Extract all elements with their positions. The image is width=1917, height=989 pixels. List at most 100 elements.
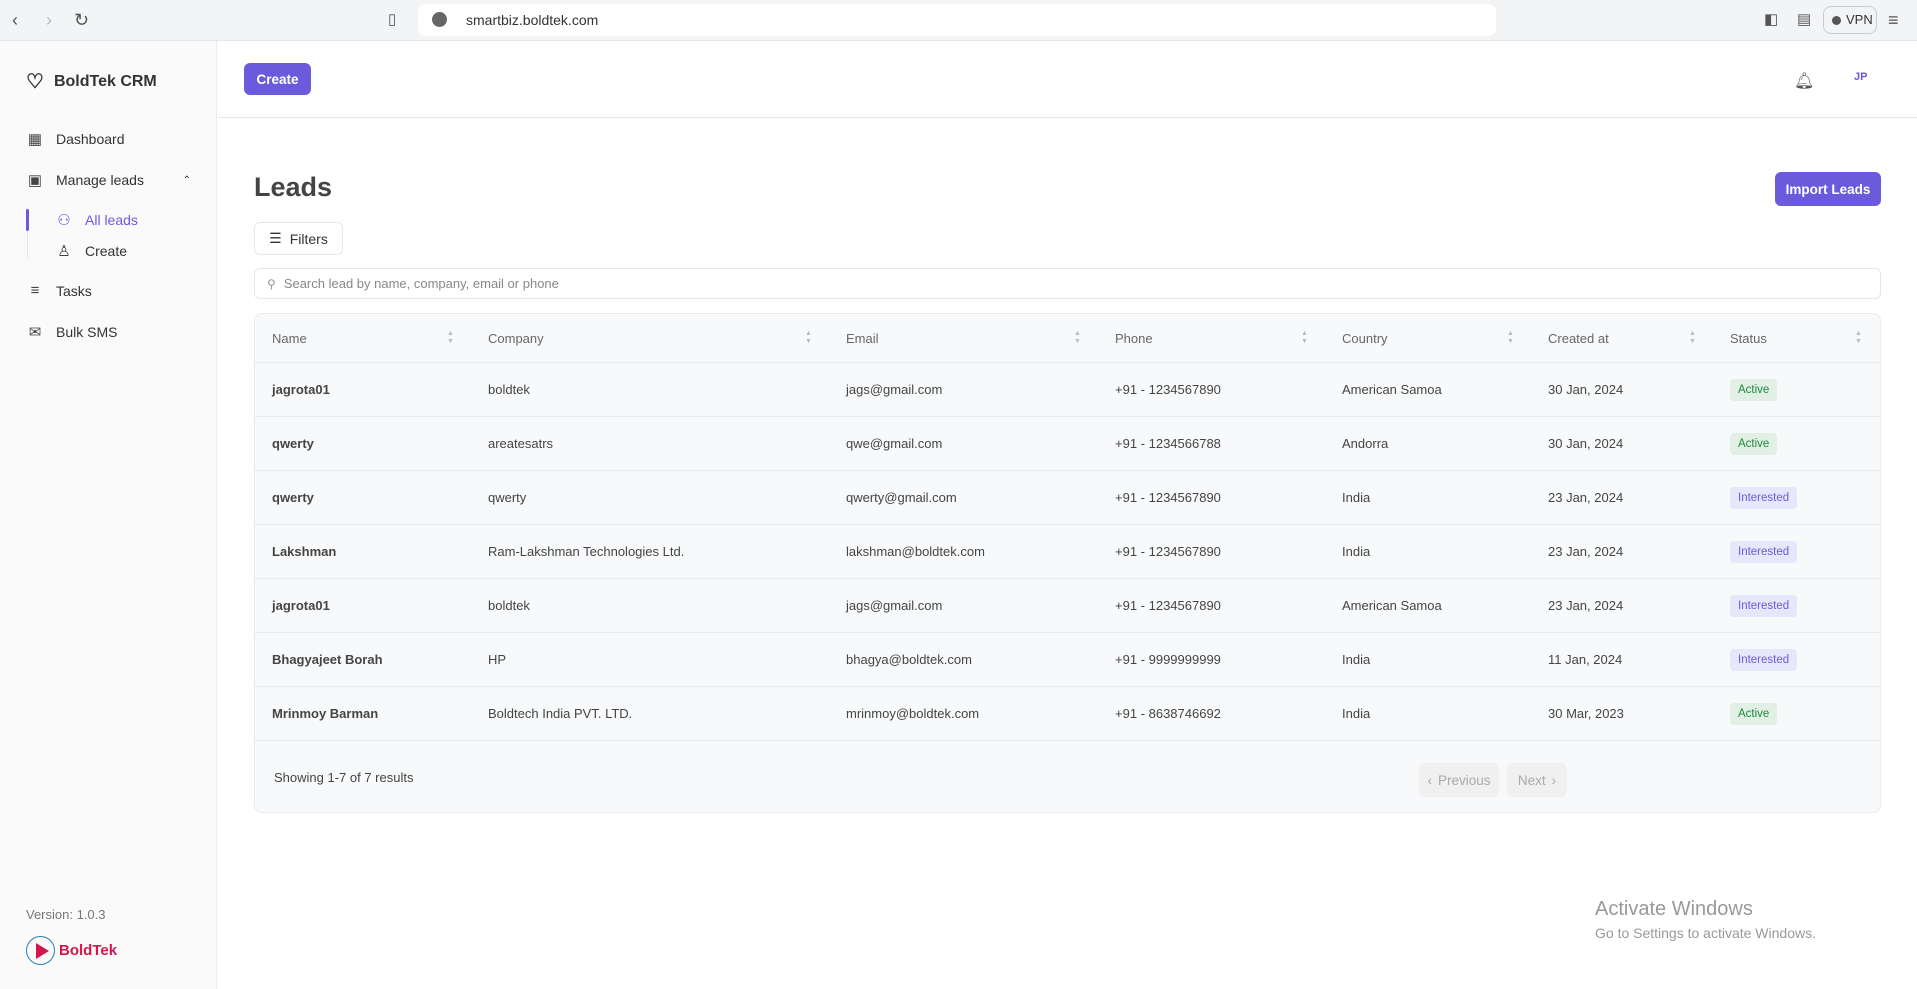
sidebar-item-all-leads[interactable]: ⚇ All leads xyxy=(55,211,138,229)
brand[interactable]: ♡ BoldTek CRM xyxy=(26,69,157,94)
cell-name: qwerty xyxy=(272,471,314,524)
cell-status: Interested xyxy=(1730,525,1798,578)
column-header-email[interactable]: Email xyxy=(846,314,879,362)
bookmark-icon[interactable]: ▯ xyxy=(388,10,396,30)
sort-icon[interactable]: ▲ ▼ xyxy=(805,314,812,362)
cell-text: qwerty@gmail.com xyxy=(846,490,957,505)
sort-icon[interactable]: ▲ ▼ xyxy=(1301,314,1308,362)
bell-icon[interactable]: 🔔︎ xyxy=(1794,71,1814,91)
table-row[interactable]: Bhagyajeet Borah HP bhagya@boldtek.com +91 … xyxy=(255,633,1880,687)
cell-text: 11 Jan, 2024 xyxy=(1548,652,1623,667)
cell-name: Bhagyajeet Borah xyxy=(272,633,383,686)
table-header-row: Name ▲ ▼ Company ▲ ▼ Email ▲ ▼ Phone ▲ ▼ Country ▲ ▼ Cr… xyxy=(255,314,1880,363)
cell-text: India xyxy=(1342,706,1371,721)
table-row[interactable]: qwerty qwerty qwerty@gmail.com +91 - 123456… xyxy=(255,471,1880,525)
cell-text: 23 Jan, 2024 xyxy=(1548,544,1624,559)
grid-icon: ▦ xyxy=(27,131,43,148)
vpn-button[interactable]: VPN xyxy=(1823,6,1877,34)
cell-email: qwerty@gmail.com xyxy=(846,471,957,524)
table-row[interactable]: jagrota01 boldtek jags@gmail.com +91 - 1234… xyxy=(255,363,1880,417)
sort-icon[interactable]: ▲ ▼ xyxy=(1507,314,1514,362)
create-button[interactable]: Create xyxy=(244,63,311,95)
back-icon[interactable]: ‹ xyxy=(12,10,18,30)
previous-button[interactable]: ‹ Previous xyxy=(1419,763,1499,797)
cell-email: mrinmoy@boldtek.com xyxy=(846,687,979,740)
sidebar-item-label: Create xyxy=(85,243,128,259)
column-header-status[interactable]: Status xyxy=(1730,314,1767,362)
cell-email: jags@gmail.com xyxy=(846,579,942,632)
cell-country: India xyxy=(1342,471,1370,524)
cell-created-at: 30 Jan, 2024 xyxy=(1548,363,1623,416)
results-count: Showing 1-7 of 7 results xyxy=(274,770,414,785)
cell-text: India xyxy=(1342,544,1371,559)
sidebar-item-label: All leads xyxy=(85,212,138,228)
lead-name: qwerty xyxy=(272,436,314,451)
sidebar-item-manage-leads[interactable]: ▣ Manage leads ⌃ xyxy=(26,171,191,189)
search-input[interactable] xyxy=(283,276,1784,291)
sort-icon[interactable]: ▲ ▼ xyxy=(1855,314,1862,362)
filters-button[interactable]: ☰ Filters xyxy=(254,222,343,255)
cell-created-at: 23 Jan, 2024 xyxy=(1548,525,1623,578)
table-row[interactable]: jagrota01 boldtek jags@gmail.com +91 - 1234… xyxy=(255,579,1880,633)
cell-phone: +91 - 1234567890 xyxy=(1115,363,1221,416)
forward-icon[interactable]: › xyxy=(46,10,52,30)
status-badge: Interested xyxy=(1730,540,1798,563)
cell-phone: +91 - 1234567890 xyxy=(1115,471,1221,524)
table-row[interactable]: Mrinmoy Barman Boldtech India PVT. LTD. mr… xyxy=(255,687,1880,741)
watermark-line2: Go to Settings to activate Windows. xyxy=(1595,925,1816,941)
top-header: Create 🔔︎ JP xyxy=(218,41,1917,118)
column-header-company[interactable]: Company xyxy=(488,314,544,362)
sidebar-item-tasks[interactable]: ≡ Tasks xyxy=(26,282,92,299)
cell-text: bhagya@boldtek.com xyxy=(846,652,972,667)
avatar[interactable]: JP xyxy=(1854,71,1867,83)
cell-name: Mrinmoy Barman xyxy=(272,687,378,740)
next-button[interactable]: Next › xyxy=(1507,763,1567,797)
cell-company: qwerty xyxy=(488,471,526,524)
sort-icon[interactable]: ▲ ▼ xyxy=(1689,314,1696,362)
cell-phone: +91 - 1234566788 xyxy=(1115,417,1221,470)
cell-status: Active xyxy=(1730,417,1778,470)
reload-icon[interactable]: ↻ xyxy=(74,10,89,30)
cell-text: +91 - 1234567890 xyxy=(1115,544,1221,559)
globe-icon xyxy=(432,12,447,27)
cell-phone: +91 - 8638746692 xyxy=(1115,687,1221,740)
menu-icon[interactable]: ≡ xyxy=(1888,10,1899,30)
vpn-label: VPN xyxy=(1846,12,1873,27)
wallet-icon[interactable]: ▤ xyxy=(1797,10,1811,30)
sort-icon[interactable]: ▲ ▼ xyxy=(1074,314,1081,362)
column-header-phone[interactable]: Phone xyxy=(1115,314,1153,362)
brand-name: BoldTek CRM xyxy=(53,72,157,90)
sidebar-item-create[interactable]: ♙ Create xyxy=(55,242,127,260)
cell-created-at: 30 Jan, 2024 xyxy=(1548,417,1623,470)
cell-text: 23 Jan, 2024 xyxy=(1548,598,1624,613)
sidebar-item-bulk-sms[interactable]: ✉ Bulk SMS xyxy=(26,323,118,341)
inbox-icon: ▣ xyxy=(27,172,43,189)
cell-country: American Samoa xyxy=(1342,579,1442,632)
sidebar-item-label: Manage leads xyxy=(56,172,144,188)
column-header-name[interactable]: Name xyxy=(272,314,307,362)
sort-icon[interactable]: ▲ ▼ xyxy=(447,314,454,362)
browser-toolbar: ‹ › ↻ ▯ smartbiz.boldtek.com ◧ ▤ VPN ≡ xyxy=(0,0,1917,41)
cell-created-at: 11 Jan, 2024 xyxy=(1548,633,1622,686)
lead-name: jagrota01 xyxy=(272,598,330,613)
cell-text: American Samoa xyxy=(1342,382,1442,397)
cell-country: Andorra xyxy=(1342,417,1388,470)
cell-text: jags@gmail.com xyxy=(846,598,943,613)
status-badge: Active xyxy=(1730,378,1778,401)
cell-text: Boldtech India PVT. LTD. xyxy=(488,706,633,721)
column-header-country[interactable]: Country xyxy=(1342,314,1388,362)
cell-text: qwe@gmail.com xyxy=(846,436,943,451)
cell-company: Ram-Lakshman Technologies Ltd. xyxy=(488,525,684,578)
cell-email: qwe@gmail.com xyxy=(846,417,942,470)
sidebar-item-dashboard[interactable]: ▦ Dashboard xyxy=(26,130,125,148)
address-bar[interactable]: smartbiz.boldtek.com xyxy=(418,4,1496,36)
chevron-right-icon: › xyxy=(1551,772,1557,788)
table-footer: Showing 1-7 of 7 results ‹ Previous Next › xyxy=(255,742,1880,812)
table-row[interactable]: qwerty areatesatrs qwe@gmail.com +91 - 1234… xyxy=(255,417,1880,471)
import-leads-button[interactable]: Import Leads xyxy=(1775,172,1881,206)
column-header-created-at[interactable]: Created at xyxy=(1548,314,1609,362)
heart-logo-icon: ♡ xyxy=(26,71,44,93)
sidebar-toggle-icon[interactable]: ◧ xyxy=(1764,10,1778,30)
cell-status: Active xyxy=(1730,687,1778,740)
table-row[interactable]: Lakshman Ram-Lakshman Technologies Ltd. la… xyxy=(255,525,1880,579)
